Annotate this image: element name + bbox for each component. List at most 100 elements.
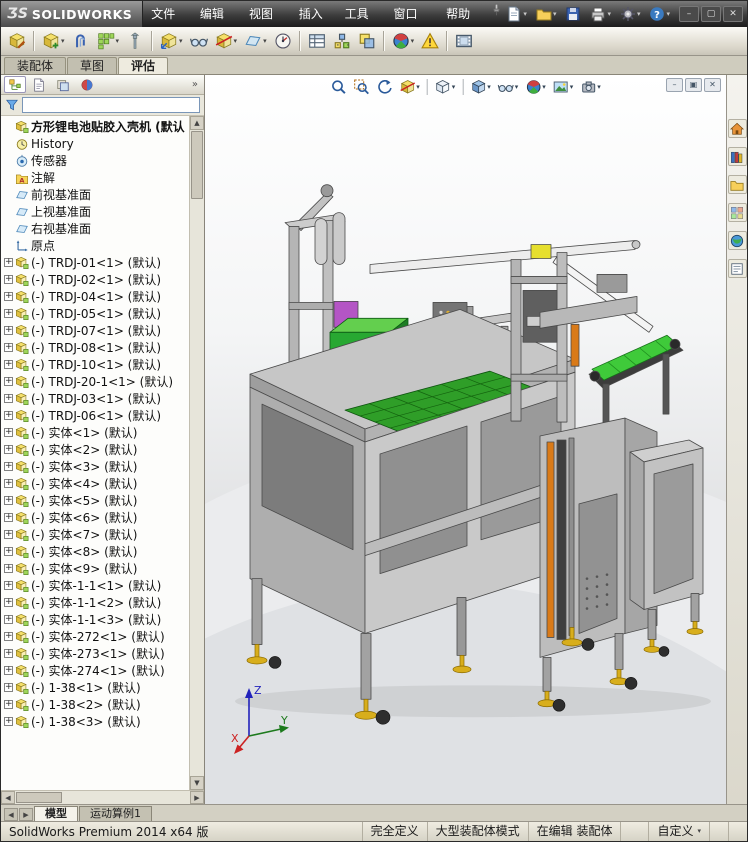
edit-component-button[interactable] (5, 29, 29, 53)
mate-button[interactable] (69, 29, 93, 53)
tree-item[interactable]: + (-) 实体-1-1<3> (默认) (1, 611, 189, 628)
dropdown-caret-icon[interactable]: ▾ (542, 83, 546, 91)
tree-item[interactable]: + (-) TRDJ-06<1> (默认) (1, 407, 189, 424)
zoom-to-area-button[interactable] (350, 77, 372, 97)
tree-item[interactable]: + (-) 实体-1-1<2> (默认) (1, 594, 189, 611)
propertymanager-tab[interactable] (28, 76, 50, 93)
dropdown-caret-icon[interactable]: ▾ (515, 83, 519, 91)
tree-item[interactable]: 前视基准面 (1, 186, 189, 203)
expander-icon[interactable]: + (4, 717, 13, 726)
tree-item[interactable]: 上视基准面 (1, 203, 189, 220)
menu-help[interactable]: 帮助(H) (438, 1, 488, 47)
section-view-button[interactable]: ▾ (396, 77, 423, 97)
tab-evaluate[interactable]: 评估 (118, 57, 169, 74)
open-button[interactable]: ▾ (533, 4, 560, 24)
tree-item[interactable]: + (-) 实体-274<1> (默认) (1, 662, 189, 679)
reference-geometry-button[interactable]: ▾ (241, 29, 270, 53)
status-help-icon[interactable]: ? (709, 822, 728, 841)
scroll-down-button[interactable]: ▼ (190, 776, 204, 790)
expander-icon[interactable]: + (4, 479, 13, 488)
motion-manager-button[interactable] (452, 29, 476, 53)
tree-hscrollbar[interactable]: ◀ ▶ (1, 790, 204, 804)
tree-item[interactable]: + (-) 1-38<1> (默认) (1, 679, 189, 696)
hscroll-track[interactable] (63, 791, 190, 804)
file-explorer-button[interactable] (727, 175, 747, 194)
expander-icon[interactable]: + (4, 513, 13, 522)
graphics-area[interactable]: ▾ ▾ ▾ ▾ ▾ ▾ ▾ – ▣ ✕ Z Y X (205, 75, 726, 804)
expander-icon[interactable]: + (4, 462, 13, 471)
dropdown-caret-icon[interactable]: ▾ (487, 83, 491, 91)
display-style-button[interactable]: ▾ (467, 77, 494, 97)
dropdown-caret-icon[interactable]: ▾ (116, 37, 120, 45)
tree-root-item[interactable]: 方形锂电池贴胶入壳机 (默认 (1, 118, 189, 135)
tree-item[interactable]: 右视基准面 (1, 220, 189, 237)
hide-show-items-button[interactable]: ▾ (495, 77, 522, 97)
tree-item[interactable]: 传感器 (1, 152, 189, 169)
dropdown-caret-icon[interactable]: ▾ (234, 37, 238, 45)
tab-motion-study[interactable]: 运动算例1 (79, 806, 152, 821)
appearances-button[interactable]: ▾ (389, 29, 418, 53)
close-button[interactable]: ✕ (723, 6, 743, 22)
interference-detection-button[interactable] (355, 29, 379, 53)
quick-tips-icon[interactable]: ? (728, 822, 747, 841)
tree-item[interactable]: + (-) 实体<9> (默认) (1, 560, 189, 577)
tree-item[interactable]: + (-) 实体<8> (默认) (1, 543, 189, 560)
expander-icon[interactable]: + (4, 683, 13, 692)
tree-item[interactable]: 原点 (1, 237, 189, 254)
tab-model[interactable]: 模型 (34, 806, 78, 821)
dropdown-caret-icon[interactable]: ▾ (416, 83, 420, 91)
featuremanager-tab[interactable] (4, 76, 26, 93)
solidworks-resources-button[interactable] (727, 119, 747, 138)
linear-component-pattern-button[interactable]: ▾ (94, 29, 123, 53)
menu-file[interactable]: 文件(F) (143, 1, 192, 47)
expander-icon[interactable]: + (4, 411, 13, 420)
dropdown-caret-icon[interactable]: ▾ (523, 10, 527, 18)
minimize-button[interactable]: – (679, 6, 699, 22)
custom-toolbar-selector[interactable]: 自定义 ▾ (648, 822, 709, 841)
tree-item[interactable]: + (-) 实体-1-1<1> (默认) (1, 577, 189, 594)
previous-view-button[interactable] (373, 77, 395, 97)
dropdown-caret-icon[interactable]: ▾ (607, 10, 611, 18)
expander-icon[interactable]: + (4, 564, 13, 573)
bill-of-materials-button[interactable] (305, 29, 329, 53)
expander-icon[interactable]: + (4, 547, 13, 556)
tab-sketch[interactable]: 草图 (67, 57, 118, 74)
dropdown-caret-icon[interactable]: ▾ (179, 37, 183, 45)
tree-item[interactable]: History (1, 135, 189, 152)
assemblyxpert-button[interactable] (418, 29, 442, 53)
expander-icon[interactable]: + (4, 309, 13, 318)
expander-icon[interactable]: + (4, 258, 13, 267)
appearances-scenes-button[interactable] (727, 231, 747, 250)
expander-icon[interactable]: + (4, 360, 13, 369)
expander-icon[interactable]: + (4, 445, 13, 454)
tree-item[interactable]: + (-) 实体-272<1> (默认) (1, 628, 189, 645)
tab-scroll-left-button[interactable]: ◀ (4, 808, 18, 821)
expander-icon[interactable]: + (4, 326, 13, 335)
smart-fasteners-button[interactable] (123, 29, 147, 53)
tree-item[interactable]: + (-) TRDJ-01<1> (默认) (1, 254, 189, 271)
configurationmanager-tab[interactable] (52, 76, 74, 93)
displaymanager-tab[interactable] (76, 76, 98, 93)
tree-item[interactable]: + (-) TRDJ-05<1> (默认) (1, 305, 189, 322)
edit-appearance-button[interactable]: ▾ (522, 77, 549, 97)
tree-item[interactable]: + (-) 实体<2> (默认) (1, 441, 189, 458)
options-button[interactable]: ▾ (617, 4, 644, 24)
tree-item[interactable]: + (-) TRDJ-20-1<1> (默认) (1, 373, 189, 390)
menu-insert[interactable]: 插入(I) (291, 1, 337, 47)
design-library-button[interactable] (727, 147, 747, 166)
zoom-to-fit-button[interactable] (327, 77, 349, 97)
scroll-thumb[interactable] (191, 131, 203, 199)
scroll-right-button[interactable]: ▶ (190, 791, 204, 804)
tree-item[interactable]: + (-) 实体<3> (默认) (1, 458, 189, 475)
tree-item[interactable]: A 注解 (1, 169, 189, 186)
tree-item[interactable]: + (-) 实体<4> (默认) (1, 475, 189, 492)
custom-properties-button[interactable] (727, 259, 747, 278)
tree-item[interactable]: + (-) 1-38<2> (默认) (1, 696, 189, 713)
expander-icon[interactable]: + (4, 428, 13, 437)
new-document-button[interactable]: ▾ (503, 4, 530, 24)
expander-icon[interactable]: + (4, 666, 13, 675)
view-palette-button[interactable] (727, 203, 747, 222)
dropdown-caret-icon[interactable]: ▾ (637, 10, 641, 18)
expander-icon[interactable]: + (4, 632, 13, 641)
view-orientation-button[interactable]: ▾ (432, 77, 459, 97)
